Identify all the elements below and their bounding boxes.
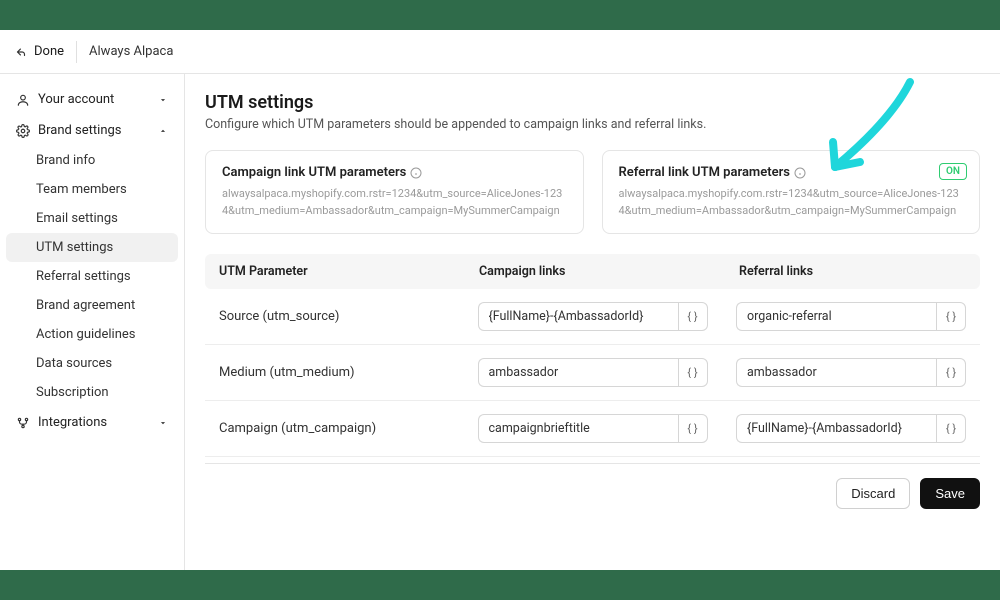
campaign-card-title: Campaign link UTM parameters xyxy=(222,165,567,180)
page-subtitle: Configure which UTM parameters should be… xyxy=(205,117,980,132)
done-label: Done xyxy=(34,44,64,59)
sidebar-item-referral-settings[interactable]: Referral settings xyxy=(6,262,178,291)
chevron-up-icon xyxy=(158,126,168,136)
campaign-medium-input-wrap: { } xyxy=(478,358,708,387)
sidebar-item-action-guidelines[interactable]: Action guidelines xyxy=(6,320,178,349)
table-head: UTM Parameter Campaign links Referral li… xyxy=(205,254,980,289)
campaign-source-input[interactable] xyxy=(478,302,678,331)
app-shell: Done Always Alpaca Your account Brand se… xyxy=(0,30,1000,570)
discard-button[interactable]: Discard xyxy=(836,478,910,509)
campaign-medium-input[interactable] xyxy=(478,358,678,387)
sidebar-item-brand-agreement[interactable]: Brand agreement xyxy=(6,291,178,320)
actions-footer: Discard Save xyxy=(205,463,980,509)
brand-name: Always Alpaca xyxy=(89,44,173,59)
braces-button[interactable]: { } xyxy=(678,358,708,387)
referral-source-input[interactable] xyxy=(736,302,936,331)
layout: Your account Brand settings Brand info T… xyxy=(0,74,1000,570)
gear-icon xyxy=(16,124,30,138)
referral-medium-input-wrap: { } xyxy=(736,358,966,387)
head-param: UTM Parameter xyxy=(219,264,479,279)
utm-table: UTM Parameter Campaign links Referral li… xyxy=(205,254,980,457)
head-campaign: Campaign links xyxy=(479,264,739,279)
head-referral: Referral links xyxy=(739,264,966,279)
braces-button[interactable]: { } xyxy=(936,414,966,443)
sidebar-section-account[interactable]: Your account xyxy=(6,84,178,115)
frame-top-bar xyxy=(0,0,1000,30)
topbar: Done Always Alpaca xyxy=(0,30,1000,74)
sidebar-brand-settings-label: Brand settings xyxy=(38,123,122,138)
frame-bottom-bar xyxy=(0,570,1000,600)
referral-campaign-input[interactable] xyxy=(736,414,936,443)
campaign-card-title-text: Campaign link UTM parameters xyxy=(222,165,406,180)
sidebar-item-brand-info[interactable]: Brand info xyxy=(6,146,178,175)
braces-button[interactable]: { } xyxy=(936,358,966,387)
braces-button[interactable]: { } xyxy=(678,414,708,443)
sidebar-brand-items: Brand info Team members Email settings U… xyxy=(6,146,178,407)
sidebar-account-label: Your account xyxy=(38,92,114,107)
on-badge: ON xyxy=(939,163,967,180)
sidebar-section-brand-settings[interactable]: Brand settings xyxy=(6,115,178,146)
chevron-down-icon xyxy=(158,418,168,428)
param-label: Source (utm_source) xyxy=(219,309,478,324)
campaign-card-sample: alwaysalpaca.myshopify.com.rstr=1234&utm… xyxy=(222,186,567,219)
done-button[interactable]: Done xyxy=(14,44,64,59)
sidebar-item-utm-settings[interactable]: UTM settings xyxy=(6,233,178,262)
sidebar-item-email-settings[interactable]: Email settings xyxy=(6,204,178,233)
referral-link-card: ON Referral link UTM parameters alwaysal… xyxy=(602,150,981,234)
sidebar-item-team-members[interactable]: Team members xyxy=(6,175,178,204)
cards-row: Campaign link UTM parameters alwaysalpac… xyxy=(205,150,980,234)
param-label: Medium (utm_medium) xyxy=(219,365,478,380)
table-row: Source (utm_source) { } { } xyxy=(205,289,980,345)
sidebar: Your account Brand settings Brand info T… xyxy=(0,74,185,570)
campaign-campaign-input[interactable] xyxy=(478,414,678,443)
braces-button[interactable]: { } xyxy=(678,302,708,331)
info-icon[interactable] xyxy=(410,167,422,179)
campaign-campaign-input-wrap: { } xyxy=(478,414,708,443)
table-row: Medium (utm_medium) { } { } xyxy=(205,345,980,401)
sidebar-item-data-sources[interactable]: Data sources xyxy=(6,349,178,378)
referral-campaign-input-wrap: { } xyxy=(736,414,966,443)
referral-card-title-text: Referral link UTM parameters xyxy=(619,165,790,180)
sidebar-integrations-label: Integrations xyxy=(38,415,107,430)
referral-card-title: Referral link UTM parameters xyxy=(619,165,964,180)
braces-button[interactable]: { } xyxy=(936,302,966,331)
sidebar-section-integrations[interactable]: Integrations xyxy=(6,407,178,438)
referral-medium-input[interactable] xyxy=(736,358,936,387)
campaign-source-input-wrap: { } xyxy=(478,302,708,331)
save-button[interactable]: Save xyxy=(920,478,980,509)
param-label: Campaign (utm_campaign) xyxy=(219,421,478,436)
branch-icon xyxy=(16,416,30,430)
content: UTM settings Configure which UTM paramet… xyxy=(185,74,1000,570)
back-arrow-icon xyxy=(14,45,28,59)
info-icon[interactable] xyxy=(794,167,806,179)
referral-source-input-wrap: { } xyxy=(736,302,966,331)
user-icon xyxy=(16,93,30,107)
topbar-divider xyxy=(76,41,77,63)
campaign-link-card: Campaign link UTM parameters alwaysalpac… xyxy=(205,150,584,234)
referral-card-sample: alwaysalpaca.myshopify.com.rstr=1234&utm… xyxy=(619,186,964,219)
chevron-down-icon xyxy=(158,95,168,105)
table-row: Campaign (utm_campaign) { } { } xyxy=(205,401,980,457)
page-title: UTM settings xyxy=(205,92,980,113)
sidebar-item-subscription[interactable]: Subscription xyxy=(6,378,178,407)
